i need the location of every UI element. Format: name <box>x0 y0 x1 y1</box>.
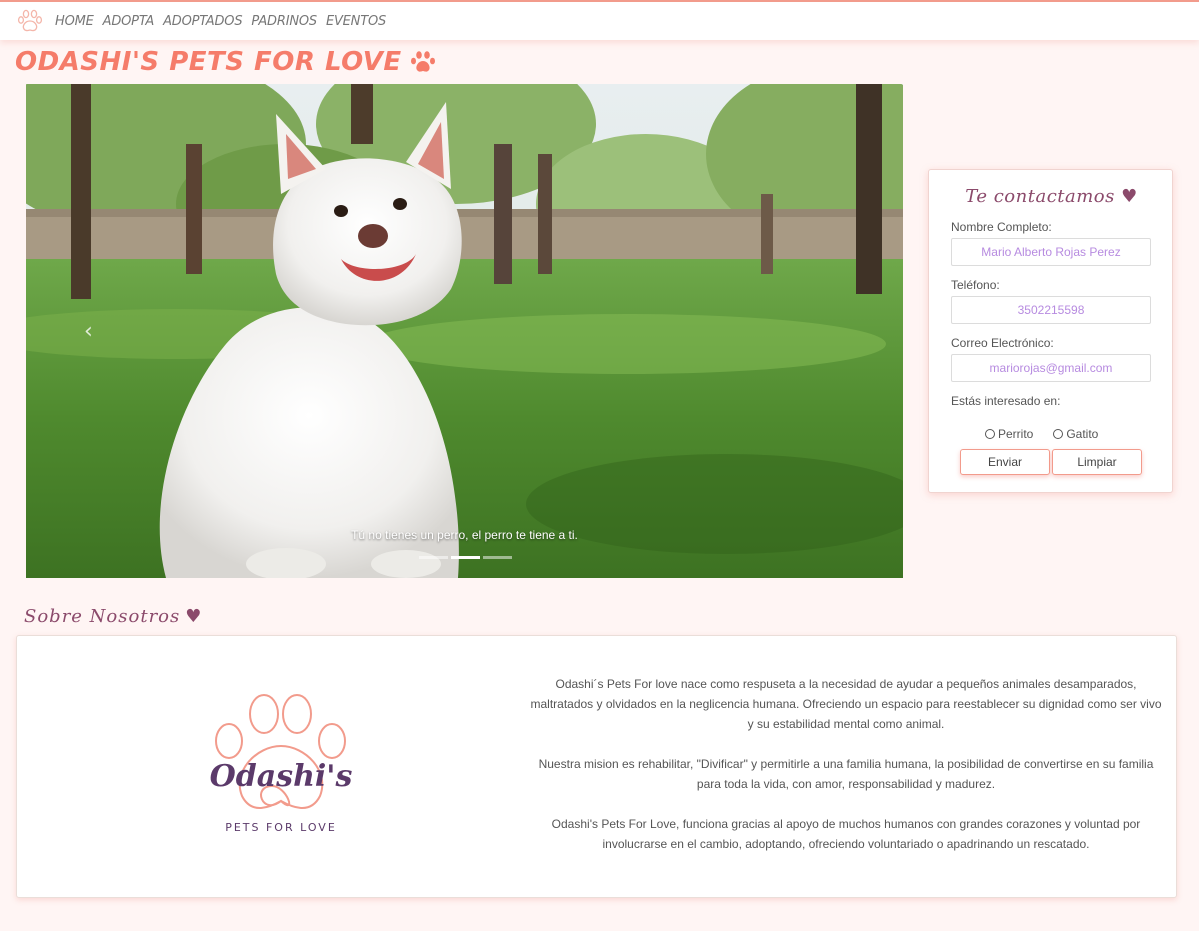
heart-icon: ♥ <box>1121 186 1138 207</box>
nav-eventos[interactable]: EVENTOS <box>326 14 386 29</box>
clear-button[interactable]: Limpiar <box>1052 449 1142 475</box>
radio-perrito-label: Perrito <box>998 427 1034 441</box>
submit-button[interactable]: Enviar <box>960 449 1050 475</box>
heart-icon: ♥ <box>185 606 203 627</box>
email-label: Correo Electrónico: <box>951 336 1054 350</box>
interest-label: Estás interesado en: <box>951 394 1061 408</box>
about-paragraph-3: Odashi's Pets For Love, funciona gracias… <box>551 817 1141 851</box>
name-field[interactable]: Mario Alberto Rojas Perez <box>951 238 1151 266</box>
nav-adopta[interactable]: ADOPTA <box>103 14 155 29</box>
carousel-caption: Tú no tienes un perro, el perro te tiene… <box>351 528 578 542</box>
radio-perrito[interactable]: Perrito <box>985 427 1033 441</box>
carousel-indicator-1[interactable] <box>419 556 448 559</box>
puppy-photo <box>26 84 903 578</box>
about-title-text: Sobre Nosotros <box>24 606 181 627</box>
carousel-indicator-3[interactable] <box>483 556 512 559</box>
radio-gatito-circle[interactable] <box>1053 429 1064 439</box>
navbar: HOME ADOPTA ADOPTADOS PADRINOS EVENTOS <box>0 0 1199 40</box>
nav-padrinos[interactable]: PADRINOS <box>251 14 317 29</box>
about-text: Odashi´s Pets For love nace como respuse… <box>527 674 1165 874</box>
about-paragraph-1: Odashi´s Pets For love nace como respuse… <box>530 677 1162 731</box>
radio-perrito-circle[interactable] <box>985 429 995 439</box>
about-title: Sobre Nosotros ♥ <box>24 606 202 627</box>
contact-title: Te contactamos ♥ <box>929 186 1174 207</box>
carousel-indicators <box>419 556 512 559</box>
svg-text:Odashi's: Odashi's <box>210 759 353 794</box>
contact-title-text: Te contactamos <box>965 186 1115 207</box>
phone-label: Teléfono: <box>951 278 1000 292</box>
nav-adoptados[interactable]: ADOPTADOS <box>163 14 243 29</box>
email-field[interactable]: mariorojas@gmail.com <box>951 354 1151 382</box>
carousel-prev-icon[interactable]: ‹ <box>84 319 104 344</box>
about-card: Odashi's PETS FOR LOVE Odashi´s Pets For… <box>16 635 1177 898</box>
about-paragraph-2: Nuestra mision es rehabilitar, "Divifica… <box>538 757 1154 791</box>
hero-carousel: ‹ Tú no tienes un perro, el perro te tie… <box>26 84 903 578</box>
paw-logo-icon[interactable] <box>15 6 45 36</box>
brand-title-text: ODASHI'S PETS FOR LOVE <box>15 47 402 77</box>
name-label: Nombre Completo: <box>951 220 1052 234</box>
radio-gatito-label: Gatito <box>1066 427 1099 441</box>
brand-title: ODASHI'S PETS FOR LOVE <box>15 47 436 77</box>
nav-home[interactable]: HOME <box>55 14 94 29</box>
interest-options: Perrito Gatito <box>985 427 1098 441</box>
paw-icon <box>410 51 435 72</box>
contact-form: Te contactamos ♥ Nombre Completo: Mario … <box>928 169 1173 493</box>
svg-text:PETS FOR LOVE: PETS FOR LOVE <box>225 821 337 834</box>
phone-field[interactable]: 3502215598 <box>951 296 1151 324</box>
carousel-indicator-2[interactable] <box>451 556 480 559</box>
radio-gatito[interactable]: Gatito <box>1053 427 1098 441</box>
odashis-logo: Odashi's PETS FOR LOVE <box>207 691 367 846</box>
